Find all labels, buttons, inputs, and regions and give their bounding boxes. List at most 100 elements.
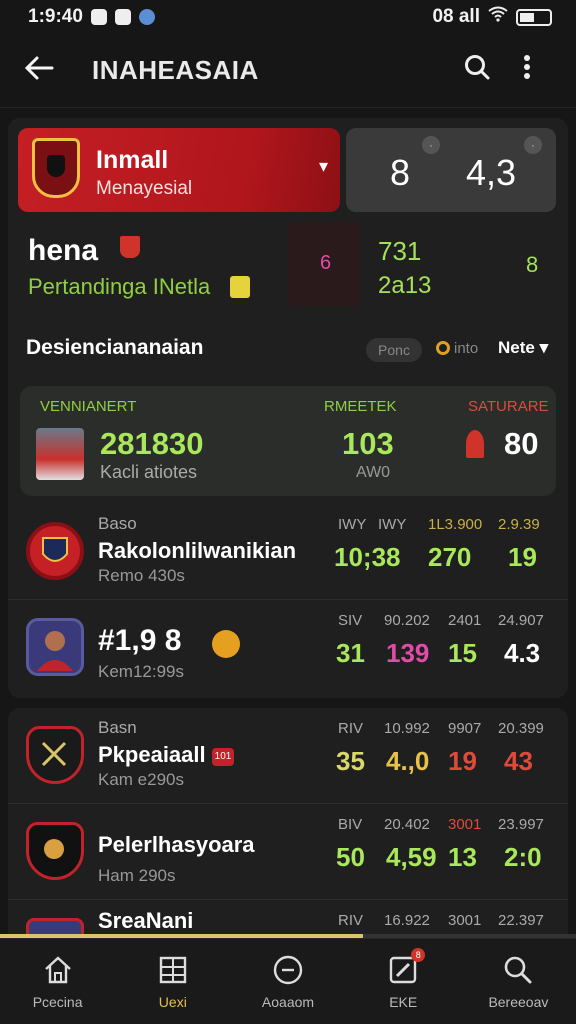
tab-home[interactable]: Pcecina bbox=[0, 939, 115, 1024]
feature-header: VENNIANERT bbox=[40, 398, 137, 415]
trophy-icon bbox=[120, 236, 140, 258]
list-item[interactable]: #1,9 8 Kem12:99s SIV 90.202 2401 24.907 … bbox=[8, 600, 568, 696]
badge-icon bbox=[230, 276, 250, 298]
row-value: 270 bbox=[428, 542, 472, 572]
battery-icon bbox=[516, 8, 552, 26]
col-header: 20.399 bbox=[498, 720, 544, 737]
row-value: 4.,0 bbox=[386, 746, 430, 776]
tab-label: Aoaaom bbox=[261, 993, 315, 1010]
list-item[interactable]: Basn Pkpeaiaall 101 Kam e290s RIV 10.992… bbox=[8, 708, 568, 804]
team-crest-icon bbox=[32, 138, 80, 198]
tag-badge: 101 bbox=[212, 748, 234, 766]
col-header: 2401 bbox=[448, 612, 482, 629]
circle-minus-icon bbox=[272, 954, 304, 986]
col-header: 3001 bbox=[448, 912, 482, 929]
app-icon bbox=[138, 9, 155, 25]
row-time: Remo 430s bbox=[98, 566, 185, 585]
home-icon bbox=[42, 954, 74, 986]
col-header: 2.9.39 bbox=[498, 516, 540, 533]
col-header: IWY bbox=[338, 516, 367, 533]
hero-title: Inmall bbox=[96, 146, 169, 174]
team-subtitle: Pertandinga INetla bbox=[28, 274, 211, 299]
feature-header: SATURARE bbox=[468, 398, 549, 415]
feature-value: 281830 bbox=[100, 426, 204, 461]
tab-account[interactable]: Aoaaom bbox=[230, 939, 345, 1024]
chevron-down-icon: ▾ bbox=[539, 338, 549, 357]
list-item[interactable]: Pelerlhasyoara Ham 290s BIV 20.402 3001 … bbox=[8, 804, 568, 900]
tab-list[interactable]: Uexi bbox=[115, 939, 230, 1024]
more-label: Nete bbox=[498, 338, 535, 357]
row-name: #1,9 8 bbox=[98, 624, 182, 657]
player-icon bbox=[466, 430, 484, 458]
info-icon bbox=[436, 341, 450, 355]
col-header: 90.202 bbox=[384, 612, 430, 629]
row-value: 10;38 bbox=[334, 542, 401, 572]
more-vert-icon[interactable] bbox=[502, 54, 552, 87]
club-logo bbox=[26, 522, 84, 580]
col-header: BIV bbox=[338, 816, 363, 833]
col-header: 3001 bbox=[448, 816, 482, 833]
back-arrow-icon[interactable] bbox=[24, 52, 68, 89]
score-away: 4,3 bbox=[466, 152, 517, 193]
grid-icon bbox=[157, 954, 189, 986]
score-box: · · 8 4,3 bbox=[346, 128, 556, 212]
row-name: Rakolonlilwanikian bbox=[98, 538, 297, 563]
row-value: 19 bbox=[448, 746, 477, 776]
tab-search[interactable]: Bereeoav bbox=[461, 939, 576, 1024]
match-list-card: Basn Pkpeaiaall 101 Kam e290s RIV 10.992… bbox=[8, 708, 568, 948]
notification-icon bbox=[90, 9, 107, 25]
hero-subtitle: Menayesial bbox=[96, 178, 193, 199]
stat-mini-value: 6 bbox=[320, 252, 332, 274]
club-logo bbox=[26, 726, 84, 784]
row-value: 4.3 bbox=[504, 638, 541, 668]
row-time: Ham 290s bbox=[98, 866, 176, 885]
chevron-down-icon: ▾ bbox=[318, 156, 328, 176]
notification-badge: 8 bbox=[411, 947, 426, 962]
row-value: 35 bbox=[336, 746, 365, 776]
row-value: 4,59 bbox=[386, 842, 437, 872]
filter-pill[interactable]: Ponc bbox=[366, 338, 422, 362]
col-header: 20.402 bbox=[384, 816, 430, 833]
message-icon bbox=[114, 9, 131, 25]
tab-label: Uexi bbox=[158, 993, 187, 1010]
info-link[interactable]: into bbox=[436, 340, 478, 357]
col-header: 22.397 bbox=[498, 912, 544, 929]
row-name: SreaNani bbox=[98, 908, 194, 933]
stat-value: 2a13 bbox=[378, 272, 432, 299]
search-icon[interactable] bbox=[452, 53, 502, 88]
info-dot-icon: · bbox=[524, 136, 542, 154]
col-header: 23.997 bbox=[498, 816, 544, 833]
col-header: 10.992 bbox=[384, 720, 430, 737]
tab-edit[interactable]: 8 EKE bbox=[346, 939, 461, 1024]
stat-value: 731 bbox=[378, 236, 422, 266]
score-home: 8 bbox=[390, 152, 411, 193]
club-logo bbox=[26, 822, 84, 880]
row-time: Kam e290s bbox=[98, 770, 184, 789]
more-dropdown[interactable]: Nete ▾ bbox=[498, 338, 548, 358]
col-header: 1L3.900 bbox=[428, 516, 483, 533]
row-value: 19 bbox=[508, 542, 537, 572]
player-avatar bbox=[26, 618, 84, 676]
col-header: RIV bbox=[338, 912, 364, 929]
row-value: 15 bbox=[448, 638, 477, 668]
list-item[interactable]: Baso Rakolonlilwanikian Remo 430s IWY IW… bbox=[8, 504, 568, 600]
feature-sub: AW0 bbox=[356, 464, 391, 481]
tab-label: Bereeoav bbox=[488, 993, 549, 1010]
row-value: 31 bbox=[336, 638, 365, 668]
feature-sub: Kacli atiotes bbox=[100, 462, 198, 482]
team-selector[interactable]: Inmall Menayesial ▾ bbox=[18, 128, 340, 212]
tab-label: Pcecina bbox=[32, 993, 83, 1010]
player-photo bbox=[36, 428, 84, 480]
bottom-nav: Pcecina Uexi Aoaaom 8 EKE Bereeoav bbox=[0, 938, 576, 1024]
status-bar: 1:9:40 08 all bbox=[0, 0, 576, 34]
row-value: 2:0 bbox=[504, 842, 542, 872]
search-icon bbox=[502, 954, 534, 986]
row-time: Kem12:99s bbox=[98, 662, 184, 681]
feature-value: 103 bbox=[342, 426, 394, 461]
featured-stat-card[interactable]: VENNIANERT RMEETEK SATURARE 281830 Kacli… bbox=[20, 386, 556, 496]
row-value: 139 bbox=[386, 638, 430, 668]
row-label: Basn bbox=[98, 718, 137, 737]
row-value: 50 bbox=[336, 842, 365, 872]
col-header: SIV bbox=[338, 612, 363, 629]
medal-icon bbox=[212, 630, 240, 658]
